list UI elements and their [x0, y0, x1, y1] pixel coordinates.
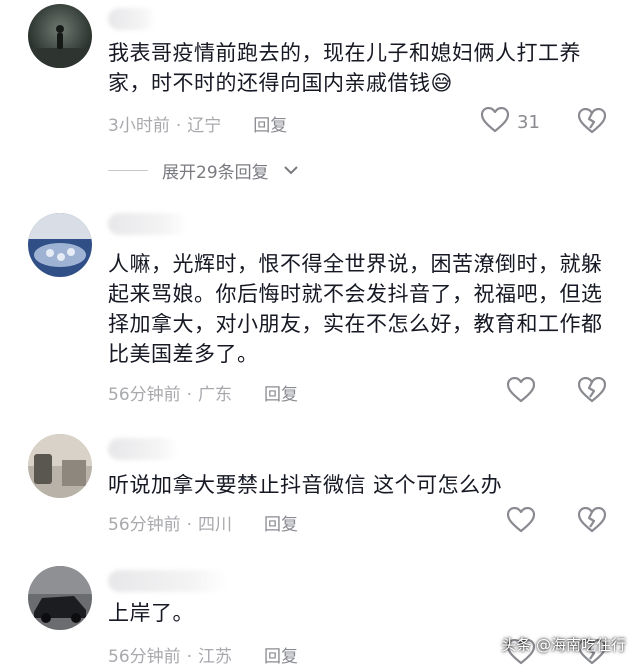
comment-item: 人嘛，光辉时，恨不得全世界说，困苦潦倒时，就躲起来骂娘。你后悔时就不会发抖音了，… [0, 205, 640, 420]
comment-item: 我表哥疫情前跑去的，现在儿子和媳妇俩人打工养家，时不时的还得向国内亲戚借钱😅 3… [0, 0, 640, 200]
comment-time: 56分钟前 [108, 385, 181, 405]
avatar[interactable] [28, 434, 92, 498]
dislike-button[interactable] [577, 107, 607, 138]
avatar[interactable] [28, 4, 92, 68]
reply-button[interactable]: 回复 [264, 515, 298, 535]
comment-location: 四川 [198, 515, 233, 535]
broken-heart-icon [577, 506, 607, 537]
comment-time: 56分钟前 [108, 515, 181, 535]
reply-button[interactable]: 回复 [253, 116, 287, 136]
like-button[interactable]: 31 [480, 106, 540, 137]
broken-heart-icon [577, 107, 607, 138]
expand-divider [108, 170, 148, 171]
comment-location: 广东 [198, 385, 233, 405]
comment-text: 听说加拿大要禁止抖音微信 这个可怎么办 [108, 473, 503, 497]
expand-replies-label: 展开29条回复 [162, 163, 269, 183]
username-redacted [108, 213, 188, 235]
heart-outline-icon [480, 106, 510, 137]
avatar[interactable] [28, 566, 92, 630]
comment-text: 上岸了。 [108, 601, 194, 625]
comment-meta: 56分钟前 · 广东 回复 [108, 380, 298, 405]
dislike-button[interactable] [577, 506, 607, 537]
dislike-button[interactable] [577, 376, 607, 407]
reply-button[interactable]: 回复 [264, 647, 298, 667]
comment-item: 听说加拿大要禁止抖音微信 这个可怎么办 56分钟前 · 四川 回复 [0, 428, 640, 553]
like-button[interactable] [506, 506, 536, 537]
watermark: 头条 @海南吃住行 [501, 636, 626, 654]
comment-location: 辽宁 [187, 116, 222, 136]
username-redacted [108, 570, 228, 592]
comment-location: 江苏 [198, 647, 233, 667]
comment-time: 3小时前 [108, 116, 170, 136]
meta-separator: · [186, 385, 193, 405]
meta-separator: · [186, 515, 193, 535]
heart-outline-icon [506, 376, 536, 407]
meta-separator: · [175, 116, 182, 136]
broken-heart-icon [577, 376, 607, 407]
username-redacted [108, 438, 178, 460]
comment-text: 我表哥疫情前跑去的，现在儿子和媳妇俩人打工养家，时不时的还得向国内亲戚借钱😅 [108, 41, 581, 95]
like-count: 31 [517, 111, 540, 133]
chevron-down-icon [283, 161, 299, 180]
username-redacted [108, 8, 156, 30]
meta-separator: · [186, 647, 193, 667]
comment-time: 56分钟前 [108, 647, 181, 667]
comment-text: 人嘛，光辉时，恨不得全世界说，困苦潦倒时，就躲起来骂娘。你后悔时就不会发抖音了，… [108, 252, 603, 366]
comment-meta: 56分钟前 · 江苏 回复 [108, 642, 298, 667]
heart-outline-icon [506, 506, 536, 537]
avatar[interactable] [28, 213, 92, 277]
reply-button[interactable]: 回复 [264, 385, 298, 405]
expand-replies-button[interactable]: 展开29条回复 [108, 158, 299, 183]
like-button[interactable] [506, 376, 536, 407]
comment-meta: 3小时前 · 辽宁 回复 [108, 111, 287, 136]
comment-meta: 56分钟前 · 四川 回复 [108, 510, 298, 535]
